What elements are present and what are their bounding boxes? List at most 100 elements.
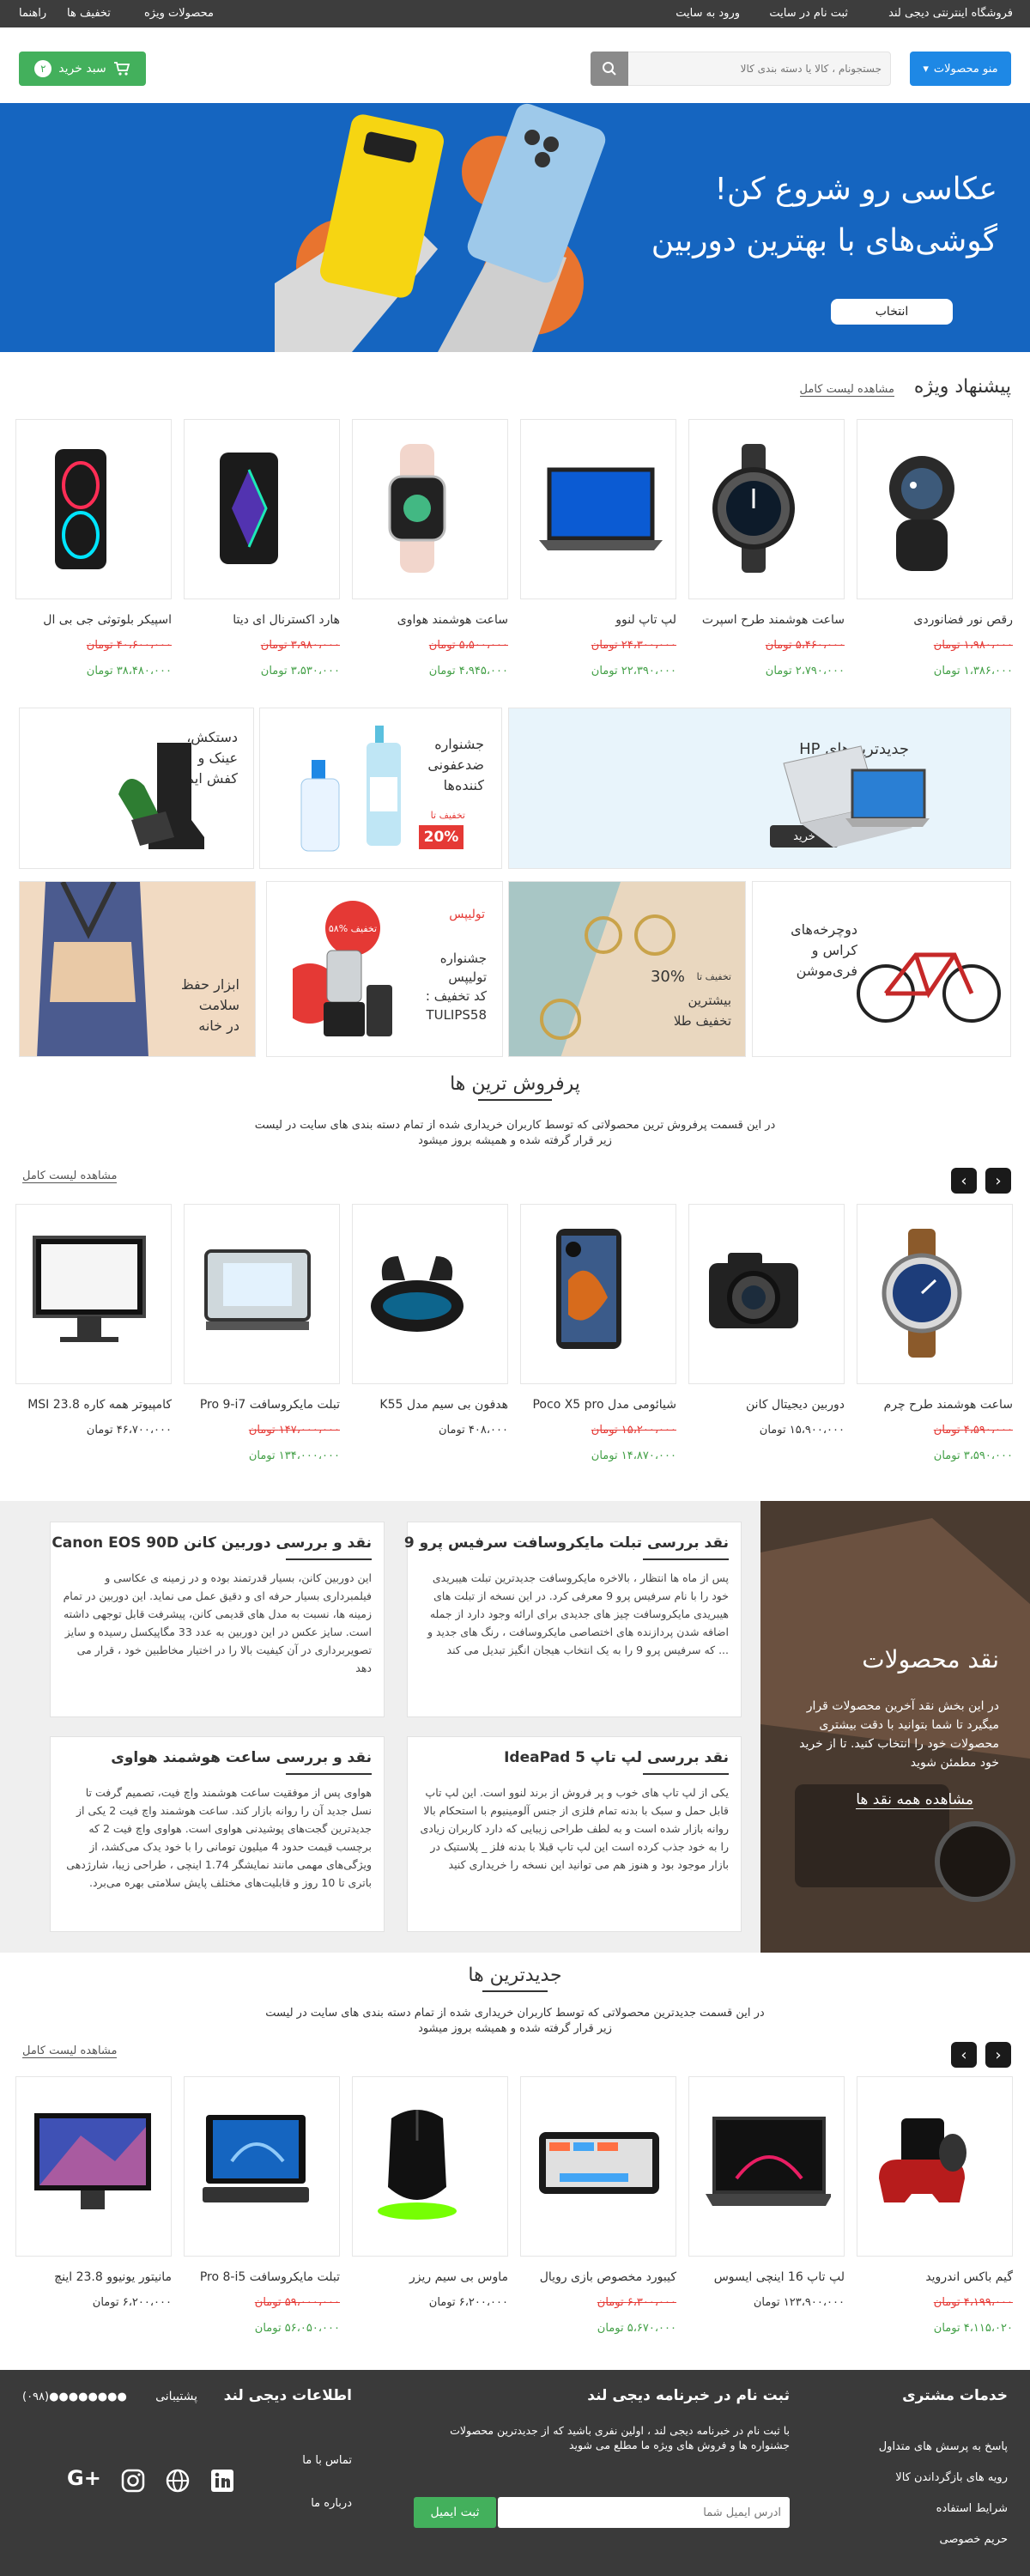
- earbuds-icon: [371, 1256, 464, 1332]
- product-name[interactable]: لپ تاپ لنوو: [513, 613, 676, 627]
- login-link[interactable]: ورود به سایت: [676, 7, 740, 20]
- health-tools-banner-text: ابزار حفظ سلامت در خانه: [180, 976, 239, 1034]
- review-title[interactable]: نقد و بررسی دوربین کانن Canon EOS 90D: [52, 1534, 372, 1552]
- bicycle-banner[interactable]: دوچرخه‌های کراس و فری‌موشن: [752, 881, 1011, 1057]
- footer-about-link[interactable]: درباره ما: [311, 2497, 352, 2510]
- product-price: ۱۵،۹۰۰،۰۰۰ تومان: [759, 1424, 845, 1437]
- footer-link-privacy[interactable]: حریم خصوصی: [939, 2533, 1008, 2546]
- product-name[interactable]: لپ تاپ 16 اینچی ایسوس: [682, 2270, 845, 2284]
- safety-gear-banner[interactable]: دستکش، عینک و کفش ایمنی: [19, 708, 254, 869]
- google-plus-icon[interactable]: G+: [67, 2466, 105, 2492]
- product-card[interactable]: [184, 2076, 340, 2257]
- gold-discount-banner[interactable]: تخفیف تا 30% بیشترین تخفیف طلا: [508, 881, 746, 1057]
- product-card[interactable]: [688, 419, 845, 599]
- globe-icon[interactable]: [165, 2468, 191, 2494]
- review-title[interactable]: نقد بررسی تبلت مایکروسافت سرفیس پرو 9: [404, 1534, 729, 1552]
- bestsellers-next-button[interactable]: ›: [985, 1168, 1011, 1194]
- product-card[interactable]: [184, 419, 340, 599]
- newest-prev-button[interactable]: ‹: [951, 2042, 977, 2068]
- footer-link-terms[interactable]: شرایط استفاده: [936, 2502, 1008, 2515]
- product-card[interactable]: [857, 2076, 1013, 2257]
- product-name[interactable]: ساعت هوشمند هواوی: [345, 613, 508, 627]
- product-card[interactable]: [857, 419, 1013, 599]
- product-name[interactable]: تبلت مایکروسافت Pro 8-i5: [177, 2270, 340, 2284]
- search-button[interactable]: [591, 52, 628, 86]
- product-card[interactable]: [520, 2076, 676, 2257]
- tulips-banner-text: جشنواره تولیپس کد تخفیف : TULIPS58: [425, 951, 487, 1023]
- product-name[interactable]: دوربین دیجیتال کانن: [682, 1398, 845, 1412]
- reviews-see-all-link[interactable]: مشاهده همه نقد ها: [856, 1791, 973, 1809]
- review-title[interactable]: نقد بررسی لپ تاپ IdeaPad 5: [504, 1749, 729, 1766]
- newest-next-button[interactable]: ›: [985, 2042, 1011, 2068]
- products-menu-button[interactable]: ▾ منو محصولات: [910, 52, 1011, 86]
- product-card[interactable]: [15, 419, 172, 599]
- bestsellers-see-all-link[interactable]: مشاهده لیست کامل: [22, 1170, 118, 1183]
- spray-bottle-icon: [300, 760, 340, 852]
- help-link[interactable]: راهنما: [19, 7, 46, 20]
- product-card[interactable]: [15, 2076, 172, 2257]
- review-card[interactable]: نقد بررسی تبلت مایکروسافت سرفیس پرو 9 پس …: [404, 1522, 742, 1717]
- footer-link-faq[interactable]: پاسخ به پرسش های متداول: [879, 2440, 1008, 2453]
- special-products-link[interactable]: محصولات ویژه: [144, 7, 214, 20]
- register-link[interactable]: ثبت نام در سایت: [769, 7, 848, 20]
- hero-banner[interactable]: عکاسی رو شروع کن! گوشی‌های با بهترین دور…: [0, 103, 1030, 352]
- product-card[interactable]: [184, 1204, 340, 1384]
- product-price: ۱۴،۸۷۰،۰۰۰ تومان: [591, 1449, 676, 1462]
- footer-contact-link[interactable]: تماس با ما: [302, 2454, 352, 2467]
- review-card[interactable]: نقد بررسی لپ تاپ IdeaPad 5 یکی از لپ تاپ …: [407, 1736, 742, 1932]
- search-input[interactable]: [633, 52, 890, 85]
- product-name[interactable]: گیم باکس اندروید: [850, 2270, 1013, 2284]
- product-price: ۳،۵۳۰،۰۰۰ تومان: [260, 665, 340, 677]
- sanitizer-bottle-icon: [367, 726, 401, 846]
- hero-select-button[interactable]: انتخاب: [831, 299, 953, 325]
- newest-see-all-link[interactable]: مشاهده لیست کامل: [22, 2044, 118, 2058]
- product-card[interactable]: [352, 1204, 508, 1384]
- footer-submit-button[interactable]: ثبت ایمیل: [414, 2497, 496, 2528]
- product-old-price: ۱۵،۲۰۰،۰۰۰ تومان: [591, 1424, 676, 1437]
- linkedin-icon[interactable]: [209, 2468, 235, 2494]
- hp-banner[interactable]: جدیدترین‌های HP خرید: [508, 708, 1011, 869]
- product-name[interactable]: کیبورد مخصوص بازی رویال: [513, 2270, 676, 2284]
- product-card[interactable]: [688, 1204, 845, 1384]
- product-name[interactable]: تبلت مایکروسافت Pro 9-i7: [177, 1398, 340, 1412]
- product-name[interactable]: کامپیوتر همه کاره MSI 23.8: [9, 1398, 172, 1412]
- product-name[interactable]: ماوس بی سیم ریزر: [345, 2270, 508, 2284]
- product-price: ۶،۲۰۰،۰۰۰ تومان: [428, 2296, 508, 2309]
- footer-support-label: پشتیبانی: [155, 2390, 197, 2403]
- product-name[interactable]: هدفون بی سیم مدل K55: [345, 1398, 508, 1412]
- product-name[interactable]: اسپیکر بلوتوثی جی بی ال: [9, 613, 172, 627]
- product-name[interactable]: رقص نور فضانوردی: [850, 613, 1013, 627]
- keyboard-icon: [539, 2132, 659, 2194]
- product-name[interactable]: شیائومی مدل Poco X5 pro: [513, 1398, 676, 1412]
- cart-button[interactable]: ۲ سبد خرید: [19, 52, 146, 86]
- bestsellers-title: پرفروش ترین ها: [450, 1073, 580, 1095]
- cart-icon: [113, 62, 130, 76]
- product-old-price: ۶،۳۰۰،۰۰۰ تومان: [597, 2296, 676, 2309]
- product-name[interactable]: هارد اکسترنال ای دیتا: [177, 613, 340, 627]
- product-card[interactable]: [520, 1204, 676, 1384]
- product-card[interactable]: [688, 2076, 845, 2257]
- product-card[interactable]: [352, 2076, 508, 2257]
- review-title[interactable]: نقد و بررسی ساعت هوشمند هواوی: [111, 1749, 372, 1766]
- product-card[interactable]: [857, 1204, 1013, 1384]
- product-price: ۳۸،۴۸۰،۰۰۰ تومان: [86, 665, 172, 677]
- product-name[interactable]: ساعت هوشمند طرح اسپرت: [682, 613, 845, 627]
- discounts-link[interactable]: تخفیف ها: [67, 7, 111, 20]
- product-card[interactable]: [352, 419, 508, 599]
- health-tools-banner[interactable]: ابزار حفظ سلامت در خانه: [19, 881, 256, 1057]
- product-name[interactable]: ساعت هوشمند طرح چرم: [850, 1398, 1013, 1412]
- footer-info-title: اطلاعات دیجی لند: [223, 2387, 352, 2404]
- review-card[interactable]: نقد و بررسی ساعت هوشمند هواوی هواوی پس از…: [50, 1736, 385, 1932]
- review-card[interactable]: نقد و بررسی دوربین کانن Canon EOS 90D این…: [50, 1522, 385, 1717]
- bestsellers-prev-button[interactable]: ‹: [951, 1168, 977, 1194]
- footer-link-returns[interactable]: رویه های بازگرداندن کالا: [895, 2471, 1008, 2484]
- product-name[interactable]: مانیتور یونیوو 23.8 اینچ: [9, 2270, 172, 2284]
- store-name[interactable]: فروشگاه اینترنتی دیجی لند: [888, 7, 1013, 20]
- product-card[interactable]: [15, 1204, 172, 1384]
- disinfectant-banner[interactable]: جشنواره ضدعفونی کننده‌ها تخفیف تا 20%: [259, 708, 502, 869]
- footer-email-input[interactable]: [498, 2497, 790, 2528]
- tulips-banner[interactable]: تولیپس جشنواره تولیپس کد تخفیف : TULIPS5…: [266, 881, 503, 1057]
- instagram-icon[interactable]: [120, 2468, 146, 2494]
- special-see-all-link[interactable]: مشاهده لیست کامل: [799, 383, 894, 397]
- product-card[interactable]: [520, 419, 676, 599]
